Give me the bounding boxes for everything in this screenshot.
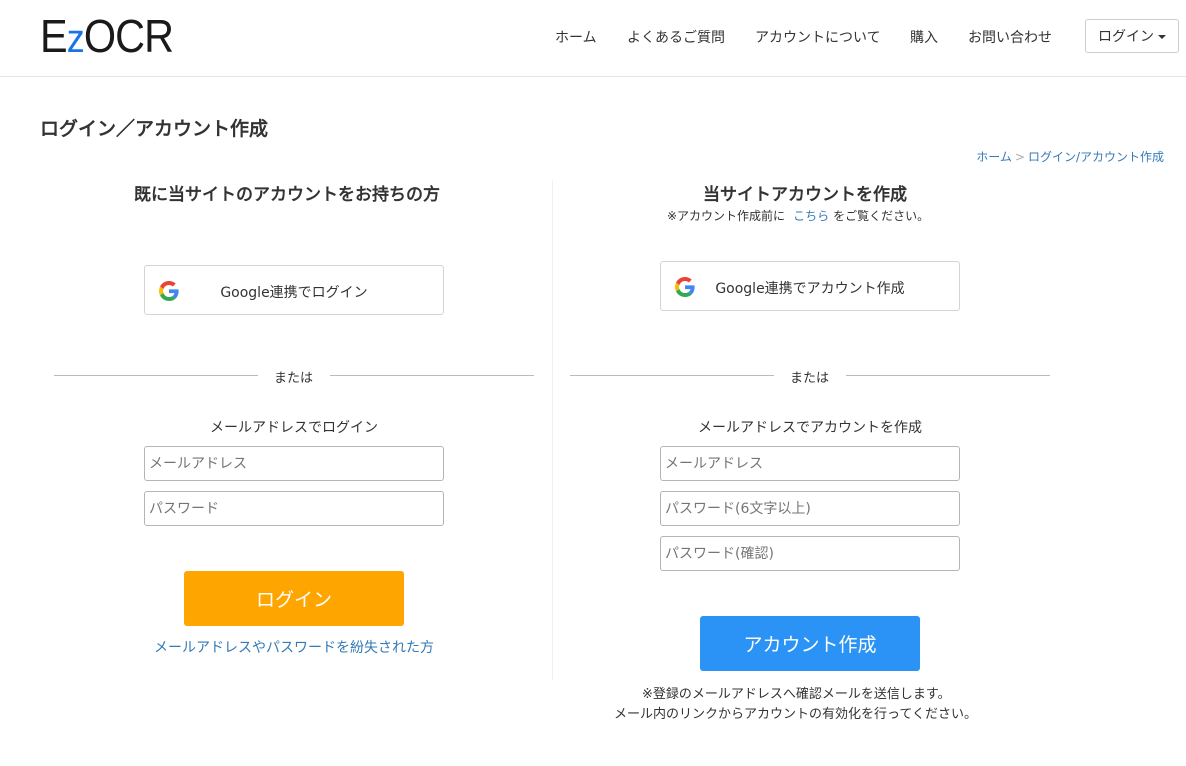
register-password-confirm-input[interactable] [660,536,960,571]
google-register-label: Google連携でアカウント作成 [715,281,905,297]
register-notice-line2: メール内のリンクからアカウントの有効化を行ってください。 [614,707,977,722]
login-dropdown[interactable]: ログイン [1085,19,1179,53]
caret-down-icon [1158,35,1166,39]
breadcrumb-current[interactable]: ログイン/アカウント作成 [1028,150,1164,164]
login-dropdown-label: ログイン [1098,29,1154,45]
or-divider-left-b [330,375,534,376]
login-email-section-label: メールアドレスでログイン [210,420,378,436]
create-account-button[interactable]: アカウント作成 [700,616,920,671]
google-register-button[interactable]: Google連携でアカウント作成 [660,261,960,311]
nav-purchase[interactable]: 購入 [910,27,938,47]
google-login-button[interactable]: Google連携でログイン [144,265,444,315]
login-section-title: 既に当サイトのアカウントをお持ちの方 [134,185,440,205]
logo-text-z: z [66,17,85,61]
register-note-link[interactable]: こちら [793,209,829,223]
nav-home[interactable]: ホーム [555,27,597,47]
or-divider-left-a [54,375,258,376]
register-note-post: をご覧ください。 [833,209,930,223]
login-submit-button[interactable]: ログイン [184,571,404,626]
register-or-text: または [790,371,830,386]
column-divider [552,180,553,680]
breadcrumb-home[interactable]: ホーム [976,150,1012,164]
nav-contact[interactable]: お問い合わせ [968,27,1052,47]
register-notice-line1: ※登録のメールアドレスへ確認メールを送信します。 [642,687,951,702]
or-divider-right-b [846,375,1050,376]
register-note: ※アカウント作成前に こちら をご覧ください。 [667,207,929,224]
site-logo[interactable]: EzOCR [40,10,174,62]
or-divider-right-a [570,375,774,376]
login-or-text: または [274,371,314,386]
forgot-credentials-link[interactable]: メールアドレスやパスワードを紛失された方 [154,637,434,657]
page-title: ログイン／アカウント作成 [40,118,269,140]
register-password-input[interactable] [660,491,960,526]
breadcrumb-separator: > [1014,150,1025,164]
site-header: EzOCR ホーム よくあるご質問 アカウントについて 購入 お問い合わせ ログ… [0,0,1186,77]
register-note-pre: ※アカウント作成前に [667,209,786,223]
login-email-input[interactable] [144,446,444,481]
breadcrumb: ホーム > ログイン/アカウント作成 [976,148,1164,165]
register-email-section-label: メールアドレスでアカウントを作成 [698,420,922,436]
logo-text-ocr: OCR [83,10,174,62]
nav-about-account[interactable]: アカウントについて [755,27,881,47]
nav-faq[interactable]: よくあるご質問 [627,27,725,47]
logo-text-e: E [40,10,68,62]
register-section-title: 当サイトアカウントを作成 [703,185,907,205]
register-email-input[interactable] [660,446,960,481]
google-login-label: Google連携でログイン [220,285,368,301]
login-password-input[interactable] [144,491,444,526]
